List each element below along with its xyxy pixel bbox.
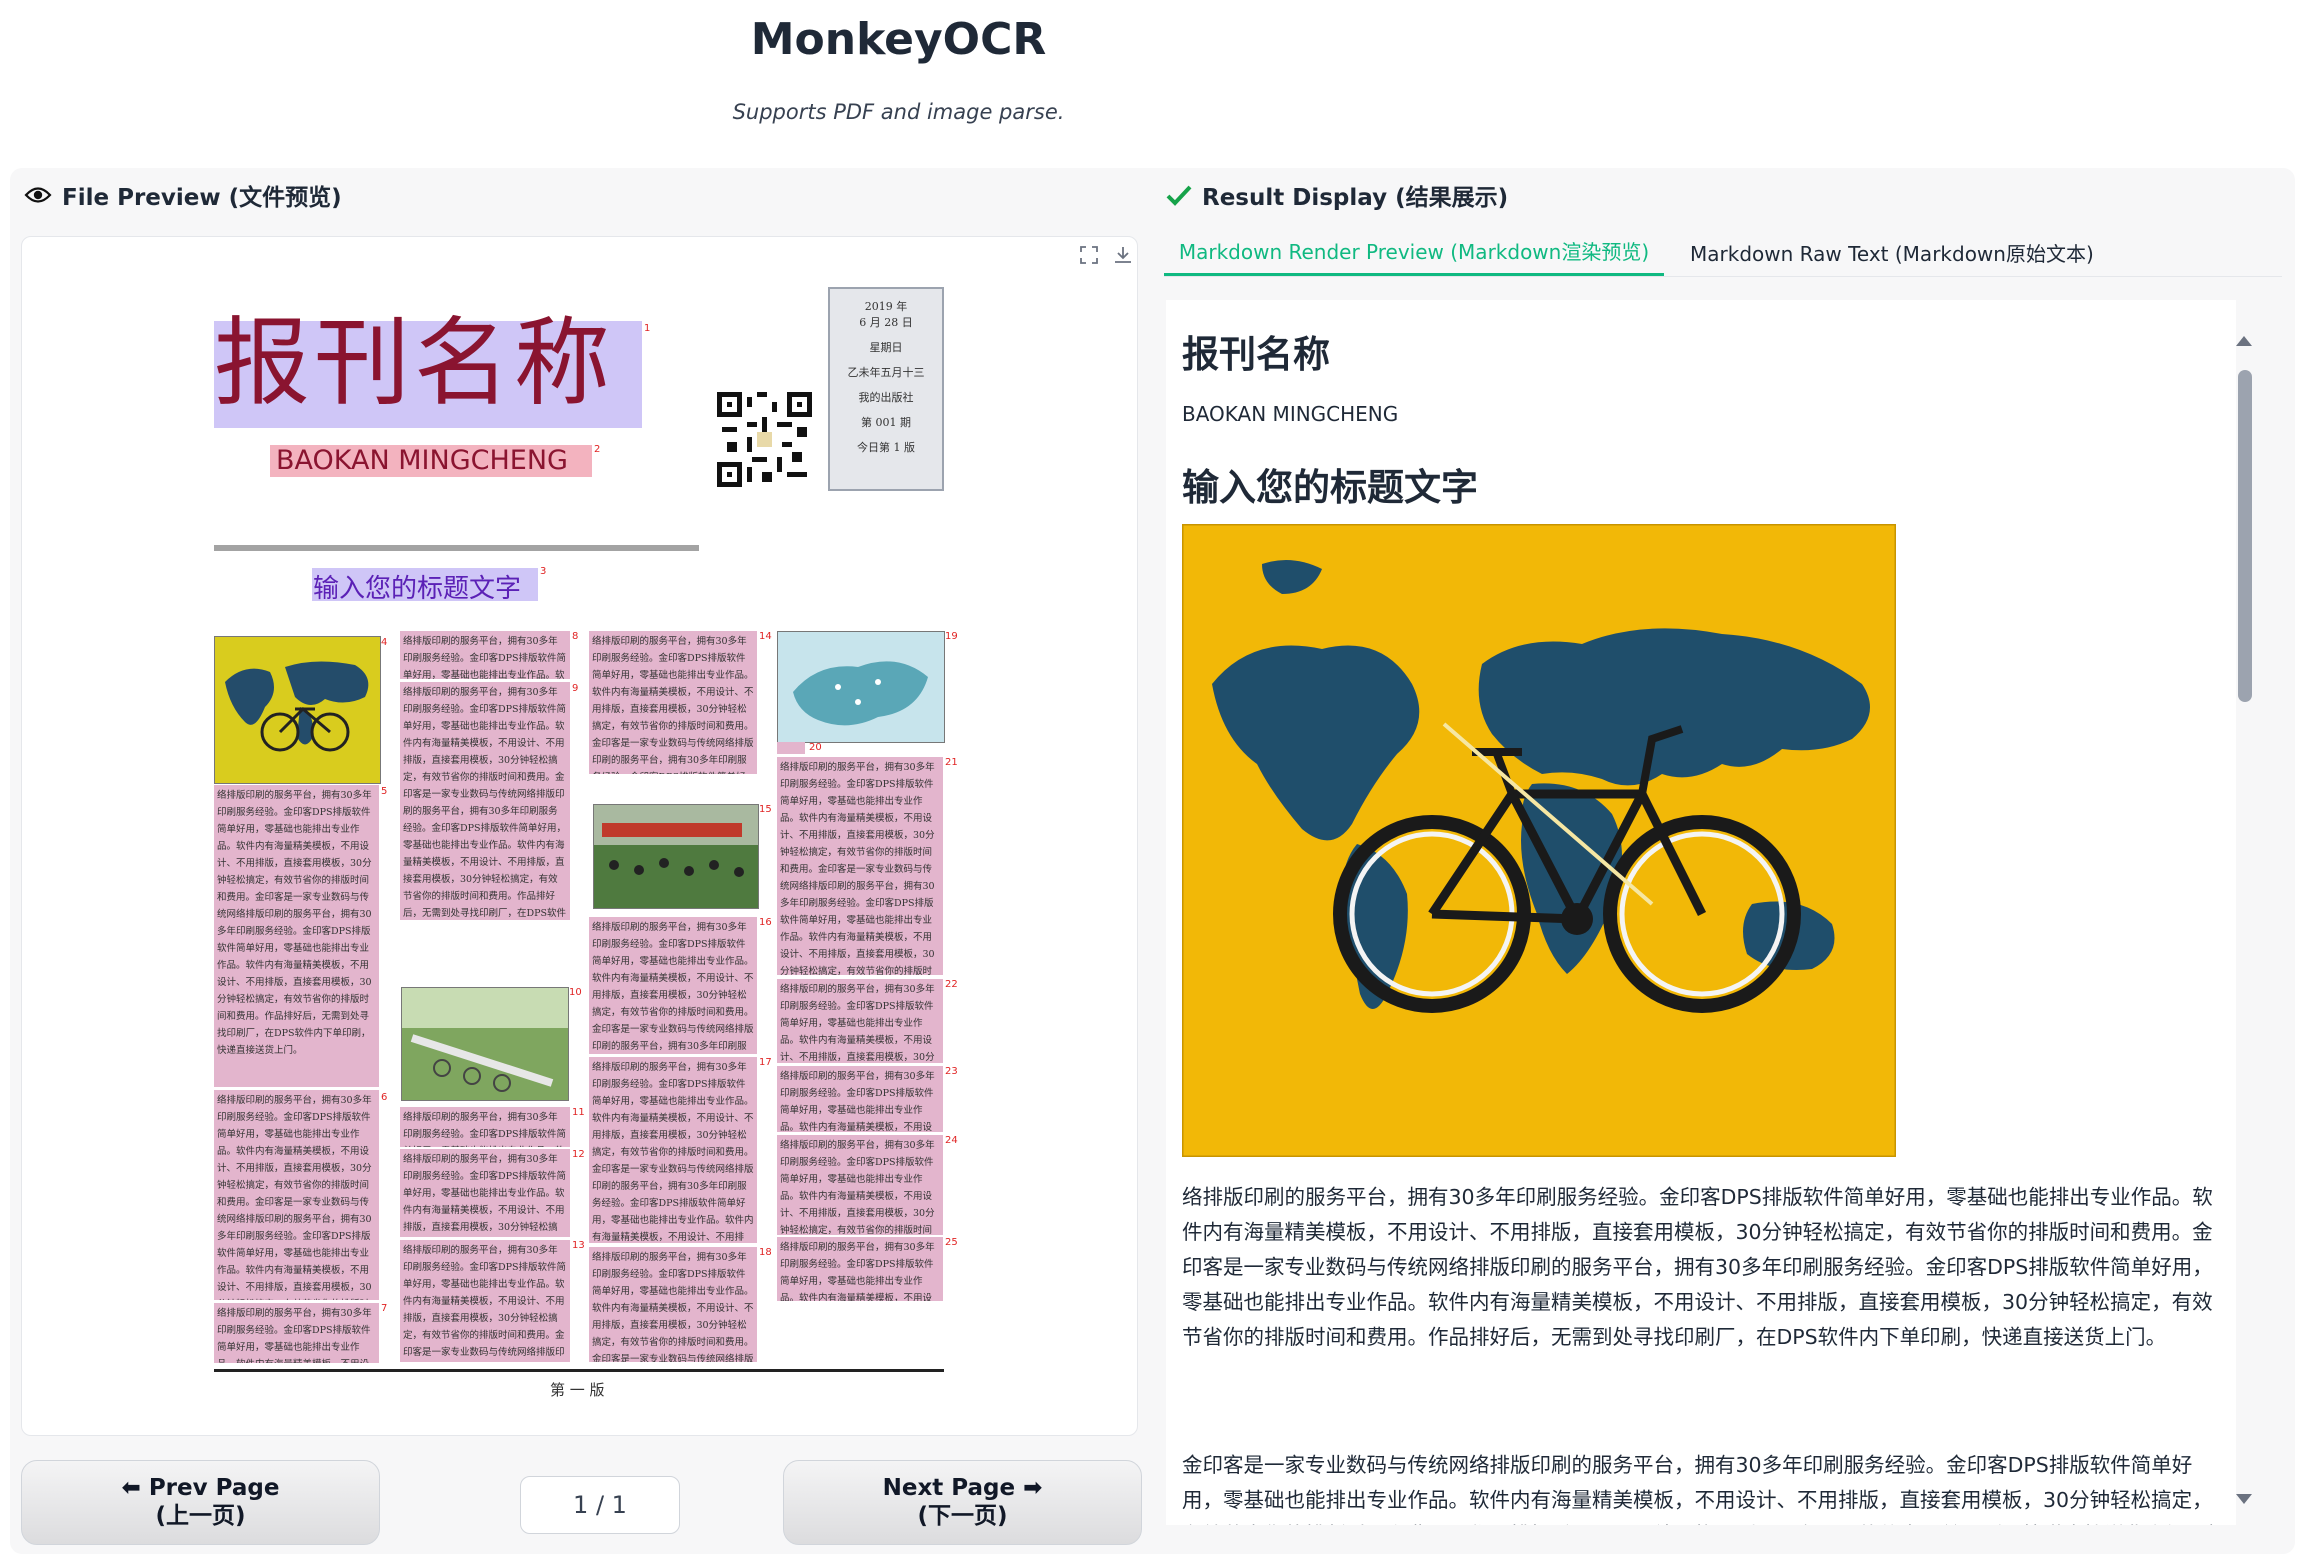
file-preview-heading: File Preview (文件预览) [24, 178, 342, 212]
block-label: 17 [759, 1057, 772, 1068]
result-tabs: Markdown Render Preview (Markdown渲染预览) M… [1164, 228, 2282, 277]
text-block: 络排版印刷的服务平台，拥有30多年印刷服务经验。金印客DPS排版软件简单好用，零… [400, 631, 570, 679]
markdown-render-area[interactable]: 报刊名称 BAOKAN MINGCHENG 输入您的标题文字 络排版印刷的服务平… [1166, 300, 2236, 1525]
block-label: 15 [759, 804, 772, 815]
result-display-title: Result Display (结果展示) [1202, 178, 1508, 212]
block-label: 19 [945, 631, 958, 642]
date-line: 我的出版社 [830, 389, 942, 405]
text-block: 络排版印刷的服务平台，拥有30多年印刷服务经验。金印客DPS排版软件简单好用，零… [777, 1066, 943, 1132]
qr-code-image [717, 392, 812, 487]
date-line: 乙未年五月十三 [830, 364, 942, 380]
block-label: 25 [945, 1237, 958, 1248]
markdown-heading: 输入您的标题文字 [1182, 457, 1478, 511]
block-label: 8 [572, 631, 578, 642]
text-block: 络排版印刷的服务平台，拥有30多年印刷服务经验。金印客DPS排版软件简单好用，零… [214, 1090, 379, 1300]
text-block: 络排版印刷的服务平台，拥有30多年印刷服务经验。金印客DPS排版软件简单好用，零… [400, 682, 570, 920]
text-block: 络排版印刷的服务平台，拥有30多年印刷服务经验。金印客DPS排版软件简单好用，零… [777, 979, 943, 1063]
date-line: 星期日 [830, 339, 942, 355]
block-label: 3 [540, 566, 546, 577]
fullscreen-icon[interactable] [1074, 240, 1104, 270]
markdown-paragraph: 络排版印刷的服务平台，拥有30多年印刷服务经验。金印客DPS排版软件简单好用，零… [1182, 1180, 2232, 1355]
block-label: 18 [759, 1247, 772, 1258]
text-block: 络排版印刷的服务平台，拥有30多年印刷服务经验。金印客DPS排版软件简单好用，零… [400, 1240, 570, 1362]
prev-page-sublabel: (上一页) [155, 1503, 245, 1531]
text-block: 络排版印刷的服务平台，拥有30多年印刷服务经验。金印客DPS排版软件简单好用，零… [777, 757, 943, 975]
app-subtitle: Supports PDF and image parse. [0, 100, 1797, 124]
block-label: 16 [759, 917, 772, 928]
download-icon[interactable] [1108, 240, 1138, 270]
date-line: 第 001 期 [830, 414, 942, 430]
result-display-heading: Result Display (结果展示) [1166, 178, 1508, 212]
block-label: 1 [644, 323, 650, 334]
file-preview-title: File Preview (文件预览) [62, 178, 342, 212]
block-label: 12 [572, 1149, 585, 1160]
block-label: 2 [594, 444, 600, 455]
map-thumbnail [777, 631, 945, 743]
prev-page-label: ⬅ Prev Page [122, 1475, 280, 1503]
text-block: 络排版印刷的服务平台，拥有30多年印刷服务经验。金印客DPS排版软件简单好用，零… [589, 917, 757, 1054]
block-label: 21 [945, 757, 958, 768]
next-page-sublabel: (下一页) [917, 1503, 1007, 1531]
world-map-bike-thumbnail [214, 636, 381, 784]
block-label: 9 [572, 683, 578, 694]
date-line: 2019 年 [830, 298, 942, 314]
date-line: 今日第 1 版 [830, 439, 942, 455]
text-block: 络排版印刷的服务平台，拥有30多年印刷服务经验。金印客DPS排版软件简单好用，零… [214, 1303, 379, 1363]
next-page-label: Next Page ➡ [883, 1475, 1043, 1503]
event-photo-thumbnail [593, 804, 759, 909]
block-label: 6 [381, 1092, 387, 1103]
markdown-heading: 报刊名称 [1182, 324, 1330, 378]
divider [214, 545, 699, 551]
markdown-image-world-map-bicycle [1182, 524, 1896, 1157]
page-indicator: 1 / 1 [520, 1476, 680, 1534]
block-label: 13 [572, 1240, 585, 1251]
text-block: 络排版印刷的服务平台，拥有30多年印刷服务经验。金印客DPS排版软件简单好用，零… [777, 1237, 943, 1301]
block-label: 5 [381, 786, 387, 797]
block-label: 11 [572, 1107, 585, 1118]
block-label: 23 [945, 1066, 958, 1077]
scroll-up-icon[interactable] [2236, 336, 2252, 346]
check-icon [1166, 184, 1192, 206]
divider [214, 1369, 944, 1372]
block-label: 4 [381, 637, 387, 648]
tab-markdown-render-preview[interactable]: Markdown Render Preview (Markdown渲染预览) [1164, 228, 1664, 276]
text-block [777, 742, 805, 754]
text-block: 络排版印刷的服务平台，拥有30多年印刷服务经验。金印客DPS排版软件简单好用，零… [400, 1107, 570, 1147]
eye-icon [24, 186, 52, 204]
document-page: 报刊名称 1 BAOKAN MINGCHENG 2 2019 年 6 月 28 … [22, 237, 1137, 1435]
block-label: 10 [569, 987, 582, 998]
block-label: 24 [945, 1135, 958, 1146]
text-block: 络排版印刷的服务平台，拥有30多年印刷服务经验。金印客DPS排版软件简单好用，零… [589, 1247, 757, 1362]
text-block: 络排版印刷的服务平台，拥有30多年印刷服务经验。金印客DPS排版软件简单好用，零… [400, 1149, 570, 1237]
document-headline: 输入您的标题文字 [313, 568, 521, 605]
app-title: MonkeyOCR [0, 14, 1797, 65]
prev-page-button[interactable]: ⬅ Prev Page (上一页) [21, 1460, 380, 1545]
text-block: 络排版印刷的服务平台，拥有30多年印刷服务经验。金印客DPS排版软件简单好用，零… [589, 1057, 757, 1243]
file-preview-card[interactable]: 报刊名称 1 BAOKAN MINGCHENG 2 2019 年 6 月 28 … [21, 236, 1138, 1436]
tab-markdown-raw-text[interactable]: Markdown Raw Text (Markdown原始文本) [1664, 228, 2094, 276]
block-label: 20 [809, 742, 822, 753]
block-label: 14 [759, 631, 772, 642]
text-block: 络排版印刷的服务平台，拥有30多年印刷服务经验。金印客DPS排版软件简单好用，零… [589, 631, 757, 774]
next-page-button[interactable]: Next Page ➡ (下一页) [783, 1460, 1142, 1545]
block-label: 7 [381, 1303, 387, 1314]
bikes-photo-thumbnail [401, 987, 569, 1101]
document-masthead: 报刊名称 [214, 315, 614, 411]
scroll-down-icon[interactable] [2236, 1494, 2252, 1504]
text-block: 络排版印刷的服务平台，拥有30多年印刷服务经验。金印客DPS排版软件简单好用，零… [777, 1135, 943, 1235]
markdown-paragraph: BAOKAN MINGCHENG [1182, 402, 1398, 426]
text-block: 络排版印刷的服务平台，拥有30多年印刷服务经验。金印客DPS排版软件简单好用，零… [214, 785, 379, 1087]
block-label: 22 [945, 979, 958, 990]
page-footer-label: 第 一 版 [550, 1379, 605, 1400]
date-box: 2019 年 6 月 28 日 星期日 乙未年五月十三 我的出版社 第 001 … [828, 287, 944, 491]
date-line: 6 月 28 日 [830, 314, 942, 330]
scrollbar-thumb[interactable] [2238, 370, 2252, 702]
document-pinyin: BAOKAN MINGCHENG [276, 445, 568, 476]
markdown-paragraph: 金印客是一家专业数码与传统网络排版印刷的服务平台，拥有30多年印刷服务经验。金印… [1182, 1448, 2232, 1525]
